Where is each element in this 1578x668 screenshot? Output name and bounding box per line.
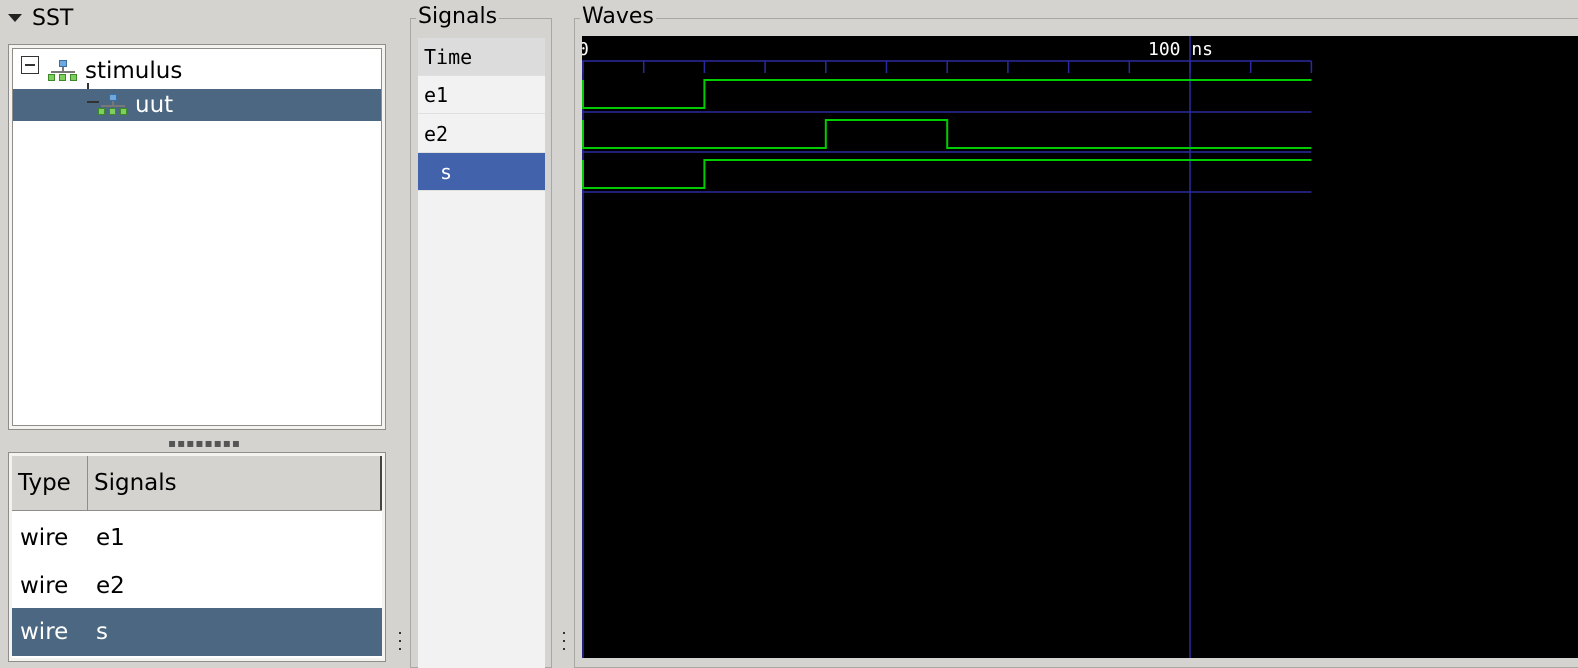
waveform-svg[interactable]: 0 100 ns [582, 36, 1578, 658]
pane-splitter-handle[interactable]: ▪▪▪▪▪▪▪▪ [168, 436, 241, 450]
signal-list-frame: Type Signals wire e1 wire e2 wire s [8, 452, 386, 662]
column-header-type[interactable]: Type [12, 456, 88, 510]
signal-row-e1[interactable]: e1 [418, 76, 545, 114]
waveform-canvas[interactable]: 0 100 ns [582, 36, 1578, 658]
hierarchy-tree[interactable]: stimulus uut [12, 48, 382, 426]
column-header-signals[interactable]: Signals [88, 456, 382, 510]
signal-name: e2 [96, 573, 125, 599]
signal-type: wire [20, 619, 69, 645]
module-hierarchy-icon [47, 60, 79, 82]
signals-title: Signals [416, 4, 500, 29]
signal-list-header: Type Signals [12, 456, 382, 511]
signal-row-s[interactable]: s [418, 153, 545, 191]
tree-item-stimulus[interactable]: stimulus [13, 55, 381, 87]
waveform-e1 [582, 79, 1312, 109]
signal-name: e1 [96, 525, 125, 551]
signal-type: wire [20, 573, 69, 599]
sst-header[interactable]: SST [8, 4, 73, 32]
waves-title: Waves [580, 4, 656, 29]
hierarchy-tree-frame: stimulus uut [8, 44, 386, 430]
signals-pane[interactable]: Time e1 e2 s [418, 38, 545, 668]
time-label-marker: 100 ns [1148, 39, 1213, 60]
pane-resize-grip-icon[interactable] [561, 630, 567, 654]
collapse-triangle-icon[interactable] [8, 14, 22, 22]
signal-name: s [96, 619, 108, 645]
time-row: Time [418, 38, 545, 76]
sst-title: SST [32, 5, 74, 31]
pane-resize-grip-icon[interactable] [397, 630, 403, 654]
waveform-s [582, 159, 1312, 189]
list-item[interactable]: wire e1 [12, 514, 382, 562]
signal-row-e2[interactable]: e2 [418, 115, 545, 153]
list-item[interactable]: wire s [12, 608, 382, 656]
tree-item-label: stimulus [85, 58, 183, 84]
tree-item-uut[interactable]: uut [13, 89, 381, 121]
tree-branch-line [87, 101, 99, 103]
list-item[interactable]: wire e2 [12, 562, 382, 610]
time-label-start: 0 [582, 39, 589, 60]
module-hierarchy-icon [97, 94, 129, 116]
tree-item-label: uut [135, 92, 174, 118]
signal-list[interactable]: Type Signals wire e1 wire e2 wire s [12, 456, 382, 658]
waveform-e2 [582, 119, 1312, 149]
signal-type: wire [20, 525, 69, 551]
